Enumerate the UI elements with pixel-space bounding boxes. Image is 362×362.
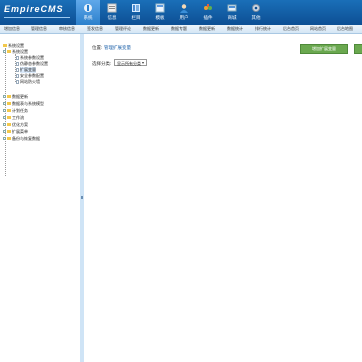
system-icon xyxy=(84,4,92,12)
topnav-label: 信息 xyxy=(107,16,117,21)
folder-icon xyxy=(7,102,11,105)
tree-leaf-system-params[interactable]: 系统参数设置 xyxy=(16,55,44,60)
template-icon xyxy=(155,3,165,13)
topnav-info[interactable]: 信息 xyxy=(100,0,124,25)
file-icon xyxy=(16,73,19,78)
empirecms-logo[interactable]: EmpireCMS xyxy=(4,4,74,18)
logo-underline xyxy=(4,17,70,18)
category-select-value: 显示所有分类 xyxy=(117,61,141,66)
topnav-label: 栏目 xyxy=(131,16,141,21)
tree-leaf-extend-vars[interactable]: 扩展变量 xyxy=(16,66,36,73)
folder-icon xyxy=(7,50,11,53)
expand-toggle-icon[interactable] xyxy=(3,109,6,112)
tree-node-label: 备份与恢复数据 xyxy=(12,135,40,141)
collapse-arrow-icon[interactable] xyxy=(81,196,83,199)
folder-icon xyxy=(7,116,11,119)
tree-node-label: 网站防火墙 xyxy=(20,78,40,84)
expand-toggle-icon[interactable] xyxy=(3,130,6,133)
tree-node-tables-models[interactable]: 数据表与系统模型 xyxy=(3,101,44,106)
topnav-shop[interactable]: 商城 xyxy=(220,0,244,25)
collapse-toggle-icon[interactable] xyxy=(3,50,6,53)
chevron-down-icon xyxy=(142,62,144,64)
tree-node-label: 优化方案 xyxy=(12,121,28,127)
topnav-column[interactable]: 栏目 xyxy=(124,0,148,25)
main-content: 位置: 管理扩展变量 增加扩展变量 选择分类: 显示所有分类 xyxy=(84,34,362,362)
info-icon xyxy=(107,3,117,13)
shop-icon xyxy=(227,4,237,12)
quick-link-rank-stats[interactable]: 排行统计 xyxy=(255,26,271,32)
column-icon xyxy=(132,4,140,12)
folder-icon xyxy=(7,123,11,126)
tree-node-label: 数据更新 xyxy=(12,93,28,99)
tree-node-label: 工作流 xyxy=(12,114,24,120)
tree-node-optimize[interactable]: 优化方案 xyxy=(3,122,28,127)
breadcrumb-prefix: 位置: xyxy=(92,46,103,51)
quick-link-data-update-2[interactable]: 数据更新 xyxy=(199,26,215,32)
topnav-plugin[interactable]: 插件 xyxy=(196,0,220,25)
top-navigation: 系统 信息 栏目 模板 用户 插件 商城 其他 xyxy=(76,0,268,25)
filter-label: 选择分类: xyxy=(92,62,112,67)
tree-leaf-security-params[interactable]: 安全参数配置 xyxy=(16,73,44,78)
breadcrumb-link[interactable]: 管理扩展变量 xyxy=(104,46,131,51)
expand-toggle-icon[interactable] xyxy=(3,95,6,98)
quick-link-admin-home[interactable]: 后台首页 xyxy=(283,26,299,32)
file-icon xyxy=(16,61,19,66)
tree-node-label: 计划任务 xyxy=(12,107,28,113)
topnav-label: 系统 xyxy=(83,16,93,21)
topnav-system[interactable]: 系统 xyxy=(76,0,100,25)
quick-link-data-stats[interactable]: 数据统计 xyxy=(227,26,243,32)
tree-node-data-update[interactable]: 数据更新 xyxy=(3,94,28,99)
tree-leaf-firewall[interactable]: 网站防火墙 xyxy=(16,79,40,84)
folder-icon xyxy=(7,130,11,133)
topnav-label: 商城 xyxy=(227,16,237,21)
expand-toggle-icon[interactable] xyxy=(3,137,6,140)
tree-node-backup-restore[interactable]: 备份与恢复数据 xyxy=(3,136,40,141)
tree-node-extend-menu[interactable]: 扩展菜单 xyxy=(3,129,28,134)
quick-link-data-update-1[interactable]: 数据更新 xyxy=(143,26,159,32)
gear-icon xyxy=(252,4,260,12)
breadcrumb: 位置: 管理扩展变量 xyxy=(92,45,131,51)
topnav-label: 插件 xyxy=(203,16,213,21)
quick-link-data-topic[interactable]: 数据专题 xyxy=(171,26,187,32)
folder-icon xyxy=(7,95,11,98)
tree-node-workflow[interactable]: 工作流 xyxy=(3,115,24,120)
sidebar-tree: 系统设置 系统设置 系统参数设置 伪静态参数设置 扩展变量 安全参数配置 网站防… xyxy=(0,34,80,362)
topnav-label: 用户 xyxy=(179,16,189,21)
folder-icon xyxy=(7,137,11,140)
quick-link-sign-info[interactable]: 签发信息 xyxy=(87,26,103,32)
tree-node-cron-tasks[interactable]: 计划任务 xyxy=(3,108,28,113)
tree-leaf-rewrite-params[interactable]: 伪静态参数设置 xyxy=(16,61,48,66)
quick-link-site-home[interactable]: 网站首页 xyxy=(310,26,326,32)
topnav-label: 模板 xyxy=(155,16,165,21)
file-icon xyxy=(16,55,19,60)
quick-link-manage-info[interactable]: 管理信息 xyxy=(31,26,47,32)
quick-link-audit-info[interactable]: 审核信息 xyxy=(59,26,75,32)
tree-node-label: 扩展菜单 xyxy=(12,128,28,134)
topnav-template[interactable]: 模板 xyxy=(148,0,172,25)
tree-root-system-settings[interactable]: 系统设置 xyxy=(3,43,24,48)
topnav-label: 其他 xyxy=(251,16,261,21)
quick-links-bar: 增加信息 管理信息 审核信息 签发信息 管理评论 数据更新 数据专题 数据更新 … xyxy=(0,25,362,34)
add-extend-var-button[interactable]: 增加扩展变量 xyxy=(300,44,348,54)
expand-toggle-icon[interactable] xyxy=(3,102,6,105)
category-select[interactable]: 显示所有分类 xyxy=(114,59,147,66)
expand-toggle-icon[interactable] xyxy=(3,116,6,119)
file-icon xyxy=(16,79,19,84)
folder-icon xyxy=(7,109,11,112)
user-icon xyxy=(180,4,188,13)
quick-link-add-info[interactable]: 增加信息 xyxy=(4,26,20,32)
topnav-user[interactable]: 用户 xyxy=(172,0,196,25)
quick-link-manage-comments[interactable]: 管理评论 xyxy=(115,26,131,32)
tree-node-label: 数据表与系统模型 xyxy=(12,100,44,106)
header-bar: EmpireCMS 系统 信息 栏目 模板 用户 插件 商城 其他 xyxy=(0,0,362,25)
expand-toggle-icon[interactable] xyxy=(3,123,6,126)
quick-link-admin-map[interactable]: 后台地图 xyxy=(337,26,353,32)
folder-icon xyxy=(3,44,7,47)
plugin-icon xyxy=(204,4,212,10)
topnav-other[interactable]: 其他 xyxy=(244,0,268,25)
file-icon xyxy=(16,67,19,72)
secondary-action-button[interactable] xyxy=(354,44,362,54)
